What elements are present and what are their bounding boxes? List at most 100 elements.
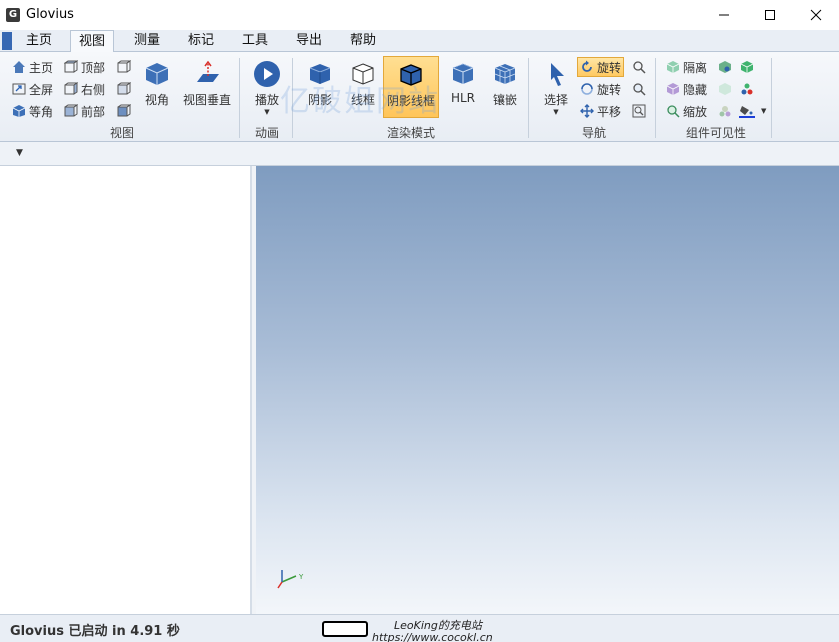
tab-export[interactable]: 导出 <box>288 30 330 52</box>
dropdown-arrow-icon: ▼ <box>553 108 559 116</box>
dropdown-arrow-icon: ▼ <box>264 108 270 116</box>
tessellation-cube-icon <box>494 64 516 84</box>
view-home-button[interactable]: 主页 <box>12 57 53 77</box>
view-bottom-button[interactable] <box>117 101 134 121</box>
view-angle-button[interactable]: 视角 <box>134 56 180 118</box>
menu-bar: 主页 视图 测量 标记 工具 导出 帮助 <box>0 30 839 53</box>
explode-button[interactable] <box>740 79 757 99</box>
cube-front-icon <box>64 104 78 117</box>
show-button[interactable] <box>740 57 757 77</box>
sub-toolbar: ▼ <box>0 142 839 166</box>
rotate-active-button[interactable]: 旋转 <box>577 57 625 77</box>
3d-viewport[interactable]: Y <box>256 166 839 614</box>
pan-arrows-icon <box>580 104 594 118</box>
paint-bucket-icon <box>739 106 755 118</box>
group-separator <box>655 58 656 138</box>
model-tree-panel[interactable] <box>0 166 252 614</box>
visibility-group-label: 组件可见性 <box>685 126 746 140</box>
orbit-icon <box>581 83 593 95</box>
hide-button[interactable]: 隐藏 <box>666 79 707 99</box>
app-logo-icon: G <box>6 8 20 22</box>
dropdown-arrow-icon: ▼ <box>761 107 767 115</box>
cube-left-icon <box>117 82 131 95</box>
fill-color-button[interactable]: ▼ <box>739 101 766 121</box>
component-color-button[interactable] <box>718 101 735 121</box>
cube-right-icon <box>64 82 78 95</box>
multi-cube-icon <box>719 61 731 73</box>
view-left-button[interactable] <box>117 79 134 99</box>
hlr-cube-icon <box>452 63 474 84</box>
cube-bottom-icon <box>117 104 131 117</box>
zoom-fit-button[interactable] <box>632 101 649 121</box>
zoom-to-icon <box>667 105 680 118</box>
hlr-button[interactable]: HLR <box>440 56 486 118</box>
home-icon <box>13 61 25 73</box>
zoom-area-button[interactable] <box>632 57 649 77</box>
show-all-button[interactable] <box>718 57 735 77</box>
hide-cube-icon <box>666 83 680 95</box>
window-title: Glovius <box>26 7 74 22</box>
fit-all-icon <box>12 83 26 95</box>
view-angle-icon <box>145 63 169 85</box>
zoom-button[interactable] <box>632 79 649 99</box>
zoom-icon <box>633 83 646 96</box>
zoom-to-button[interactable]: 缩放 <box>666 101 707 121</box>
embed-button[interactable]: 镶嵌 <box>482 56 528 118</box>
credit-url: https://www.cocokl.cn <box>372 631 493 642</box>
axis-y-label: Y <box>298 573 304 581</box>
zoom-fit-icon <box>632 104 646 118</box>
transparent-cube-icon <box>719 83 731 95</box>
cube-isometric-icon <box>12 105 26 117</box>
isolate-cube-icon <box>666 61 680 73</box>
view-top-button[interactable]: 顶部 <box>64 57 105 77</box>
maximize-button[interactable] <box>747 0 793 30</box>
pan-button[interactable]: 平移 <box>580 101 621 121</box>
tab-help[interactable]: 帮助 <box>342 30 384 52</box>
toolbar-dropdown-icon[interactable]: ▼ <box>16 148 23 158</box>
view-normal-icon <box>197 60 219 82</box>
close-icon <box>810 9 822 21</box>
status-bar: Glovius 已启动 in 4.91 秒 LeoKing的充电站 https:… <box>0 614 839 642</box>
group-separator <box>771 58 772 138</box>
view-right-button[interactable]: 右侧 <box>64 79 105 99</box>
transparent-button[interactable] <box>718 79 735 99</box>
view-group-label: 视图 <box>109 126 134 140</box>
view-back-button[interactable] <box>117 57 134 77</box>
select-button[interactable]: 选择 ▼ <box>533 56 579 118</box>
group-separator <box>239 58 240 138</box>
tab-view[interactable]: 视图 <box>70 30 115 53</box>
watermark-text: 亿破姐网站 <box>280 84 440 119</box>
cube-cluster-icon <box>719 106 731 117</box>
explode-icon <box>741 83 753 95</box>
rotate-button[interactable]: 旋转 <box>580 79 621 99</box>
status-text: Glovius 已启动 in 4.91 秒 <box>10 624 180 639</box>
isolate-button[interactable]: 隔离 <box>666 57 707 77</box>
view-front-button[interactable]: 前部 <box>64 101 105 121</box>
cube-back-icon <box>117 60 131 73</box>
cube-top-icon <box>64 60 78 73</box>
minimize-icon <box>719 14 729 16</box>
title-bar: G Glovius <box>0 0 839 30</box>
zoom-area-icon <box>633 61 646 74</box>
close-button[interactable] <box>793 0 839 30</box>
tab-measure[interactable]: 测量 <box>126 30 168 52</box>
play-icon <box>254 61 280 87</box>
nav-group-label: 导航 <box>581 126 606 140</box>
tab-markup[interactable]: 标记 <box>180 30 222 52</box>
axis-triad-icon: Y <box>277 570 304 589</box>
animation-group-label: 动画 <box>254 126 279 140</box>
group-separator <box>528 58 529 138</box>
tab-home[interactable]: 主页 <box>18 30 60 52</box>
cursor-arrow-icon <box>551 63 564 86</box>
fit-all-button[interactable]: 全屏 <box>12 79 53 99</box>
green-cube-icon <box>740 61 754 73</box>
minimize-button[interactable] <box>701 0 747 30</box>
render-group-label: 渲染模式 <box>386 126 435 140</box>
view-isometric-button[interactable]: 等角 <box>12 101 53 121</box>
maximize-icon <box>765 10 775 20</box>
view-normal-button[interactable]: 视图垂直 <box>180 56 234 118</box>
quick-access-button[interactable] <box>2 32 12 50</box>
tab-tools[interactable]: 工具 <box>234 30 276 52</box>
rotate-icon <box>582 60 592 72</box>
credit-logo <box>322 621 368 637</box>
